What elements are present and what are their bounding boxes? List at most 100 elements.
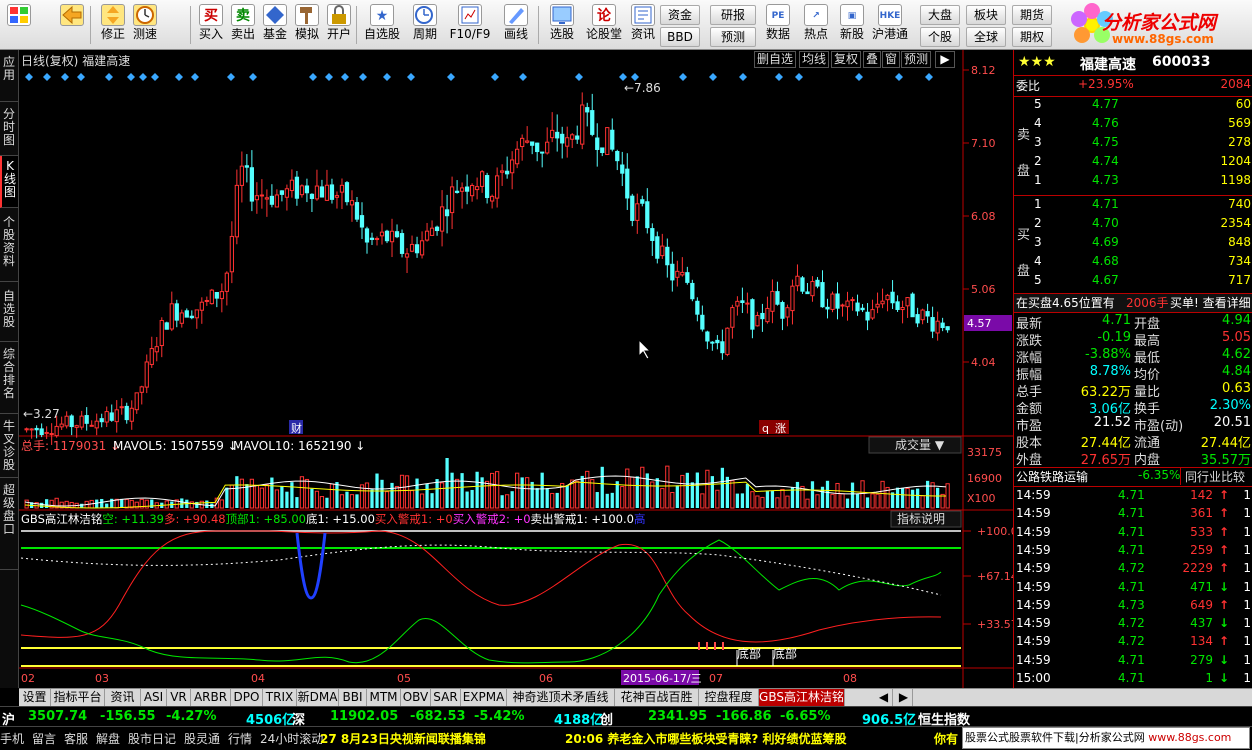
toolbar-button-1[interactable]: [52, 2, 92, 48]
kline-chart[interactable]: 8.12 7.10 6.08 5.06 4.04 4.57 ←7.86 ←3.27 财 q 涨总手:…: [19, 50, 1018, 688]
sell-icon: 卖: [231, 4, 255, 26]
status-link-4[interactable]: 股市日记: [128, 730, 176, 747]
candle-body: [880, 300, 885, 305]
indicator-value: 买入警戒2: +0: [453, 512, 531, 526]
toolbar-small-button[interactable]: 期货: [1012, 5, 1052, 25]
toolbar-button-7[interactable]: 模拟: [292, 2, 322, 48]
candle-body: [835, 293, 840, 309]
toolbar-button-10[interactable]: 周期: [408, 2, 442, 48]
chart-button-2[interactable]: 复权: [831, 51, 862, 68]
chart-button-1[interactable]: 均线: [799, 51, 830, 68]
indicator-tab-13[interactable]: EXPMA: [461, 689, 507, 706]
indicator-tab-11[interactable]: OBV: [401, 689, 431, 706]
toolbar-small-button[interactable]: 板块: [966, 5, 1006, 25]
tick-row: 14:59 4.71 279 ↓ 1: [1014, 653, 1252, 671]
candle-body: [900, 307, 905, 311]
left-tab-3[interactable]: 个股资料: [0, 212, 18, 282]
status-link-1[interactable]: 留言: [32, 730, 56, 747]
toolbar-button-新股[interactable]: ▣ 新股: [836, 2, 868, 48]
indicator-tab-17[interactable]: GBS高江林洁铭: [759, 689, 845, 706]
toolbar-button-0[interactable]: [2, 2, 36, 48]
toolbar-button-11[interactable]: F10/F9: [444, 2, 496, 48]
toolbar-button-热点[interactable]: ↗ 热点: [800, 2, 832, 48]
left-tab-6[interactable]: 牛叉诊股: [0, 416, 18, 478]
toolbar-button-15[interactable]: 资讯: [624, 2, 662, 48]
indicator-tab-10[interactable]: MTM: [367, 689, 401, 706]
ad-banner[interactable]: 股票公式股票软件下载|分析家公式网 www.88gs.com: [962, 727, 1250, 749]
indicator-tab-5[interactable]: ARBR: [191, 689, 231, 706]
scroll-left-icon[interactable]: ◀: [875, 689, 893, 706]
toolbar-button-13[interactable]: 选股: [542, 2, 582, 48]
chart-button-0[interactable]: 删自选: [754, 51, 797, 68]
left-tab-1[interactable]: 分时图: [0, 104, 18, 156]
indicator-tab-16[interactable]: 控盘程度: [699, 689, 759, 706]
left-tab-2[interactable]: K线图: [0, 156, 18, 208]
chart-button-5[interactable]: 预测: [901, 51, 932, 68]
toolbar-button-14[interactable]: 论论股堂: [584, 2, 624, 48]
indicator-tab-3[interactable]: ASI: [141, 689, 167, 706]
candle-body: [89, 424, 94, 427]
left-tab-7[interactable]: 超级盘口: [0, 480, 18, 570]
toolbar-button-8[interactable]: 开户: [324, 2, 354, 48]
news-ticker-2[interactable]: 20:06 养老金入市哪些板块受青睐? 利好绩优蓝筹股: [565, 730, 847, 747]
status-link-3[interactable]: 解盘: [96, 730, 120, 747]
toolbar-small-button[interactable]: 期权: [1012, 27, 1052, 47]
toolbar-button-2[interactable]: 修正: [96, 2, 130, 48]
indicator-tab-15[interactable]: 花神百战百胜: [615, 689, 699, 706]
indicator-tab-4[interactable]: VR: [167, 689, 191, 706]
toolbar-small-button[interactable]: 个股: [920, 27, 960, 47]
sector-compare-link[interactable]: 同行业比较: [1180, 468, 1245, 485]
status-link-5[interactable]: 股灵通: [184, 730, 220, 747]
indicator-tab-2[interactable]: 资讯: [105, 689, 141, 706]
news-ticker-3[interactable]: 你有: [934, 730, 958, 747]
toolbar-small-button[interactable]: 大盘: [920, 5, 960, 25]
toolbar-button-12[interactable]: 画线: [496, 2, 536, 48]
notice-row[interactable]: 在买盘4.65位置有 2006手 买单! 查看详细: [1014, 294, 1252, 312]
status-link-0[interactable]: 手机: [0, 730, 24, 747]
left-tab-5[interactable]: 综合排名: [0, 344, 18, 414]
indicator-tab-14[interactable]: 神奇逃顶术矛盾线: [507, 689, 615, 706]
toolbar-button-沪港通[interactable]: HKE 沪港通: [870, 2, 910, 48]
volume-bar: [810, 481, 815, 508]
volume-bar: [600, 466, 604, 508]
candle-body: [720, 341, 725, 354]
status-link-2[interactable]: 客服: [64, 730, 88, 747]
toolbar-small-button[interactable]: 资金: [660, 5, 700, 25]
volume-bar: [685, 472, 689, 508]
stat-value: 27.65万: [1080, 453, 1131, 468]
logo-url: www.88gs.com: [1112, 32, 1214, 46]
tick-price: 4.73: [1118, 597, 1145, 612]
left-tab-4[interactable]: 自选股: [0, 286, 18, 342]
toolbar-button-4[interactable]: 买买入: [196, 2, 226, 48]
toolbar-small-button[interactable]: 研报: [710, 5, 756, 25]
volume-bar: [845, 498, 850, 508]
toolbar-button-6[interactable]: 基金: [260, 2, 290, 48]
indicator-tab-0[interactable]: 设置: [19, 689, 51, 706]
indicator-tab-7[interactable]: TRIX: [263, 689, 297, 706]
chart-button-3[interactable]: 叠: [863, 51, 882, 68]
indicator-tab-6[interactable]: DPO: [231, 689, 263, 706]
volume-bar: [295, 497, 299, 508]
indicator-tab-8[interactable]: 新DMA: [297, 689, 339, 706]
toolbar-small-button[interactable]: 全球: [966, 27, 1006, 47]
toolbar-separator: [538, 6, 539, 44]
candle-body: [775, 291, 780, 305]
tick-count: 1: [1243, 671, 1251, 685]
indicator-tab-9[interactable]: BBI: [339, 689, 367, 706]
status-link-6[interactable]: 行情: [228, 730, 252, 747]
news-ticker-1[interactable]: 27 8月23日央视新闻联播集锦: [320, 730, 486, 747]
toolbar-button-5[interactable]: 卖卖出: [228, 2, 258, 48]
back-arrow-icon: [60, 4, 84, 26]
toolbar-small-button[interactable]: 预测: [710, 27, 756, 47]
toolbar-button-9[interactable]: ★ 自选股: [360, 2, 404, 48]
indicator-tab-1[interactable]: 指标平台: [51, 689, 105, 706]
toolbar-small-button[interactable]: BBD: [660, 27, 700, 47]
chart-arrow-icon[interactable]: ▶: [935, 51, 955, 68]
indicator-tab-12[interactable]: SAR: [431, 689, 461, 706]
scroll-right-icon[interactable]: ▶: [895, 689, 913, 706]
chart-button-4[interactable]: 窗: [882, 51, 901, 68]
toolbar-button-3[interactable]: 测速: [128, 2, 162, 48]
toolbar-button-数据[interactable]: PE 数据: [762, 2, 794, 48]
left-tab-0[interactable]: 应用: [0, 52, 18, 102]
status-link-7[interactable]: 24小时滚动: [260, 730, 323, 747]
